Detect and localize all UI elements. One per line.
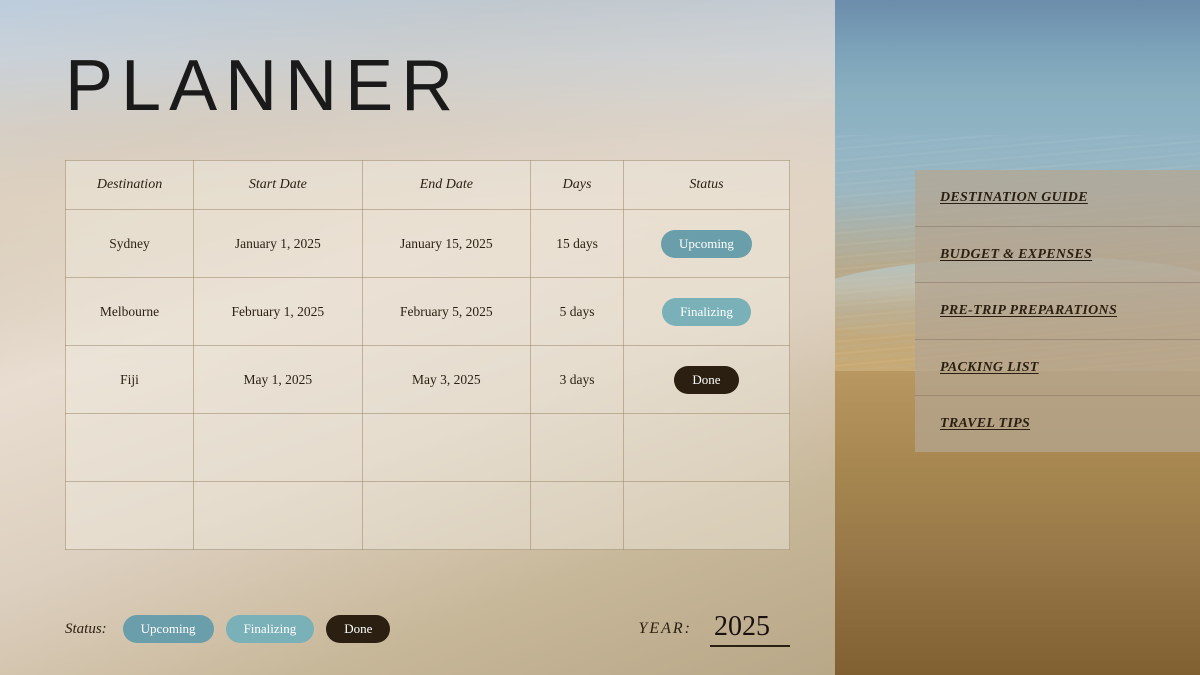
- table-row: MelbourneFebruary 1, 2025February 5, 202…: [66, 278, 790, 346]
- page-title: PLANNER: [65, 45, 461, 127]
- status-label: Status:: [65, 621, 107, 638]
- footer: Status: Upcoming Finalizing Done YEAR: 2…: [65, 611, 790, 647]
- cell-days: 3 days: [531, 346, 624, 414]
- status-badge: Done: [674, 366, 738, 394]
- left-panel: PLANNER Destination Start Date End Date …: [0, 0, 835, 675]
- cell-status: Upcoming: [624, 210, 790, 278]
- status-badge: Upcoming: [661, 230, 752, 258]
- nav-item-packing-list[interactable]: PACKING LIST: [915, 340, 1200, 397]
- nav-item-travel-tips[interactable]: TRAVEL TIPS: [915, 396, 1200, 452]
- nav-item-label-packing-list: PACKING LIST: [940, 360, 1039, 375]
- cell-destination: [66, 414, 194, 482]
- table-header-row: Destination Start Date End Date Days Sta…: [66, 161, 790, 210]
- nav-item-label-budget-expenses: BUDGET & EXPENSES: [940, 247, 1092, 262]
- cell-days: [531, 482, 624, 550]
- badge-done: Done: [326, 615, 390, 643]
- col-header-start-date: Start Date: [194, 161, 363, 210]
- nav-item-budget-expenses[interactable]: BUDGET & EXPENSES: [915, 227, 1200, 284]
- nav-item-destination-guide[interactable]: DESTINATION GUIDE: [915, 170, 1200, 227]
- cell-end-date: [362, 414, 531, 482]
- table-row: [66, 482, 790, 550]
- badge-upcoming: Upcoming: [123, 615, 214, 643]
- col-header-destination: Destination: [66, 161, 194, 210]
- cell-start-date: [194, 414, 363, 482]
- nav-item-pre-trip-preparations[interactable]: PRE-TRIP PREPARATIONS: [915, 283, 1200, 340]
- year-section: YEAR: 2025: [638, 611, 790, 647]
- cell-status: [624, 414, 790, 482]
- cell-destination: [66, 482, 194, 550]
- cell-start-date: February 1, 2025: [194, 278, 363, 346]
- year-value: 2025: [710, 611, 790, 647]
- cell-destination: Fiji: [66, 346, 194, 414]
- cell-status: [624, 482, 790, 550]
- cell-days: [531, 414, 624, 482]
- table-row: FijiMay 1, 2025May 3, 20253 days Done: [66, 346, 790, 414]
- table-container: Destination Start Date End Date Days Sta…: [65, 160, 790, 550]
- cell-destination: Melbourne: [66, 278, 194, 346]
- cell-days: 5 days: [531, 278, 624, 346]
- right-panel: DESTINATION GUIDE BUDGET & EXPENSES PRE-TR…: [835, 0, 1200, 675]
- nav-item-label-destination-guide: DESTINATION GUIDE: [940, 190, 1088, 205]
- cell-end-date: January 15, 2025: [362, 210, 531, 278]
- cell-start-date: January 1, 2025: [194, 210, 363, 278]
- nav-item-label-travel-tips: TRAVEL TIPS: [940, 416, 1030, 431]
- cell-end-date: February 5, 2025: [362, 278, 531, 346]
- cell-destination: Sydney: [66, 210, 194, 278]
- status-badge: Finalizing: [662, 298, 751, 326]
- table-row: SydneyJanuary 1, 2025January 15, 202515 …: [66, 210, 790, 278]
- planner-table: Destination Start Date End Date Days Sta…: [65, 160, 790, 550]
- year-label: YEAR:: [638, 620, 692, 638]
- col-header-days: Days: [531, 161, 624, 210]
- cell-end-date: May 3, 2025: [362, 346, 531, 414]
- cell-status: Finalizing: [624, 278, 790, 346]
- cell-start-date: [194, 482, 363, 550]
- status-legend: Status: Upcoming Finalizing Done: [65, 615, 390, 643]
- cell-end-date: [362, 482, 531, 550]
- cell-status: Done: [624, 346, 790, 414]
- badge-finalizing: Finalizing: [226, 615, 315, 643]
- col-header-end-date: End Date: [362, 161, 531, 210]
- nav-panel: DESTINATION GUIDE BUDGET & EXPENSES PRE-TR…: [915, 170, 1200, 452]
- nav-item-label-pre-trip-preparations: PRE-TRIP PREPARATIONS: [940, 303, 1117, 318]
- cell-start-date: May 1, 2025: [194, 346, 363, 414]
- table-row: [66, 414, 790, 482]
- col-header-status: Status: [624, 161, 790, 210]
- cell-days: 15 days: [531, 210, 624, 278]
